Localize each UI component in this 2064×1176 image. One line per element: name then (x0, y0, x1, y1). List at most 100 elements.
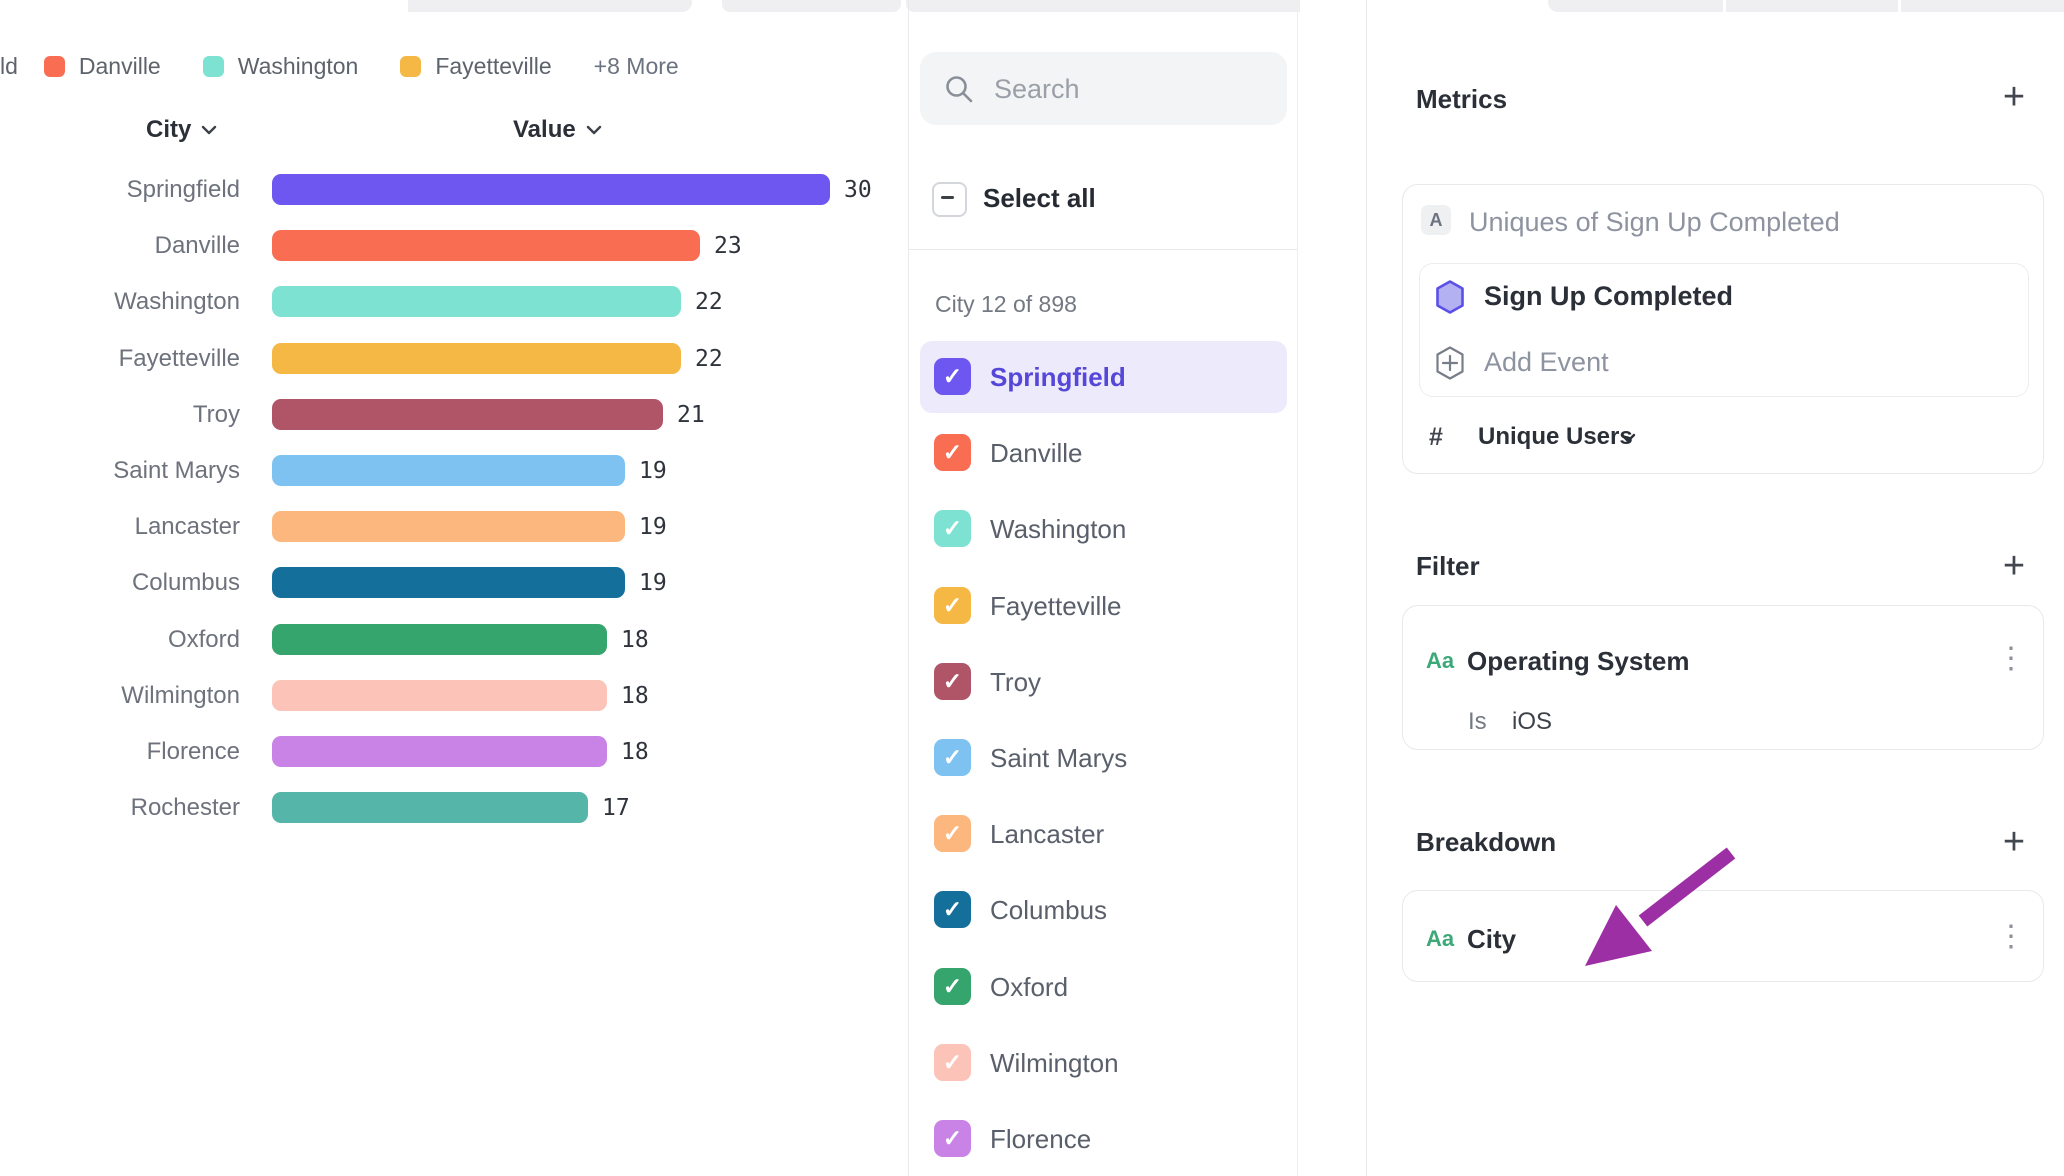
city-name: Florence (990, 1124, 1091, 1155)
chart-bar[interactable] (272, 455, 625, 486)
legend-more-label[interactable]: +8 More (594, 53, 679, 80)
city-checkbox[interactable]: ✓ (934, 358, 971, 395)
chart-bar-value: 18 (621, 626, 649, 655)
city-name: Troy (990, 667, 1041, 698)
metric-card[interactable]: A Uniques of Sign Up Completed Sign Up C… (1402, 184, 2044, 474)
city-list-item[interactable]: ✓ Wilmington (920, 1027, 1287, 1099)
metrics-section-title: Metrics (1416, 84, 1507, 115)
city-checkbox[interactable]: ✓ (934, 1120, 971, 1157)
filter-value[interactable]: iOS (1512, 708, 1552, 736)
city-checkbox[interactable]: ✓ (934, 434, 971, 471)
city-checkbox[interactable]: ✓ (934, 968, 971, 1005)
city-checkbox[interactable]: ✓ (934, 663, 971, 700)
city-list-item[interactable]: ✓ Columbus (920, 874, 1287, 946)
chart-bar[interactable] (272, 736, 607, 767)
chart-row-label: Lancaster (0, 511, 240, 542)
legend-label: Washington (238, 53, 359, 80)
add-breakdown-button[interactable]: + (1994, 822, 2034, 862)
chart-row-label: Washington (0, 286, 240, 317)
event-card: Sign Up Completed Add Event (1419, 263, 2029, 397)
chart-bar-value: 23 (714, 232, 742, 261)
chart-row-label: Saint Marys (0, 455, 240, 486)
city-list-item[interactable]: ✓ Washington (920, 493, 1287, 565)
city-list-item[interactable]: ✓ Troy (920, 646, 1287, 718)
tab-strip-segment (408, 0, 692, 12)
column-header-value[interactable]: Value (513, 116, 602, 144)
add-filter-button[interactable]: + (1994, 546, 2034, 586)
city-name: Washington (990, 514, 1126, 545)
chart-bar[interactable] (272, 399, 663, 430)
column-header-value-label: Value (513, 116, 576, 144)
popover-right-border (1297, 0, 1298, 1176)
chart-bar[interactable] (272, 624, 607, 655)
city-list-item[interactable]: ✓Danville (920, 417, 1287, 489)
city-list-item[interactable]: ✓Springfield (920, 341, 1287, 413)
filter-property-label[interactable]: Operating System (1467, 646, 1690, 677)
chart-bar-value: 22 (695, 288, 723, 317)
minus-icon (941, 196, 954, 199)
kebab-menu-icon[interactable]: ⋮ (1993, 922, 2029, 952)
aggregation-dropdown-label[interactable]: Unique Users (1478, 423, 1633, 451)
breakdown-property-label[interactable]: City (1467, 924, 1516, 955)
chart-bar-value: 19 (639, 513, 667, 542)
chart-row-label: Fayetteville (0, 343, 240, 374)
legend-items: Danville Washington Fayetteville (44, 53, 594, 80)
city-name: Lancaster (990, 819, 1104, 850)
chart-bar[interactable] (272, 286, 681, 317)
divider (908, 249, 1297, 250)
chart-row-label: Springfield (0, 174, 240, 205)
chart-bar[interactable] (272, 567, 625, 598)
tab-strip-segment (722, 0, 901, 12)
chart-bar[interactable] (272, 792, 588, 823)
breakdown-card[interactable]: Aa City ⋮ (1402, 890, 2044, 982)
check-icon: ✓ (943, 517, 962, 540)
column-header-city[interactable]: City (146, 116, 217, 144)
add-metric-button[interactable]: + (1994, 77, 2034, 117)
city-list-item[interactable]: ✓ Lancaster (920, 798, 1287, 870)
legend-item[interactable]: Washington (203, 53, 359, 80)
city-checkbox[interactable]: ✓ (934, 510, 971, 547)
chart-bar-value: 30 (844, 176, 872, 205)
city-list: ✓Springfield✓Danville✓Washington✓Fayette… (920, 341, 1287, 1176)
popover-left-border (908, 0, 909, 1176)
tab-strip-divider (1898, 0, 1901, 12)
chart-bar[interactable] (272, 511, 625, 542)
chart-bar[interactable] (272, 343, 681, 374)
select-all[interactable]: Select all (920, 178, 1287, 222)
city-checkbox[interactable]: ✓ (934, 815, 971, 852)
check-icon: ✓ (943, 365, 962, 388)
chart-bar[interactable] (272, 174, 830, 205)
kebab-menu-icon[interactable]: ⋮ (1993, 644, 2029, 674)
check-icon: ✓ (943, 898, 962, 921)
city-name: Wilmington (990, 1048, 1119, 1079)
city-checkbox[interactable]: ✓ (934, 587, 971, 624)
legend-item[interactable]: Danville (44, 53, 161, 80)
legend-item[interactable]: Fayetteville (400, 53, 551, 80)
city-checkbox[interactable]: ✓ (934, 739, 971, 776)
city-list-item[interactable]: ✓ Oxford (920, 951, 1287, 1023)
city-checkbox[interactable]: ✓ (934, 1044, 971, 1081)
city-name: Oxford (990, 972, 1068, 1003)
select-all-label: Select all (983, 183, 1096, 214)
filter-card[interactable]: Aa Operating System ⋮ Is iOS (1402, 605, 2044, 750)
legend-label: Fayetteville (435, 53, 551, 80)
city-list-item[interactable]: ✓Fayetteville (920, 570, 1287, 642)
string-type-badge: Aa (1426, 926, 1454, 952)
chart-bar[interactable] (272, 680, 607, 711)
chart-bar-value: 19 (639, 457, 667, 486)
chevron-down-icon[interactable] (1620, 433, 1636, 443)
chevron-down-icon (586, 125, 602, 135)
select-all-checkbox[interactable] (932, 182, 967, 217)
search-input[interactable] (992, 52, 1276, 127)
chart-bar[interactable] (272, 230, 700, 261)
chart-row-label: Rochester (0, 792, 240, 823)
city-name: Columbus (990, 895, 1107, 926)
city-list-item[interactable]: ✓ Florence (920, 1103, 1287, 1175)
filter-operator[interactable]: Is (1468, 708, 1487, 736)
search-box (920, 52, 1287, 125)
city-checkbox[interactable]: ✓ (934, 891, 971, 928)
chart-legend: ld DanvilleWashingtonFayetteville +8 Mor… (0, 48, 679, 84)
add-event-label[interactable]: Add Event (1484, 347, 1609, 378)
event-name[interactable]: Sign Up Completed (1484, 281, 1733, 312)
city-list-item[interactable]: ✓Saint Marys (920, 722, 1287, 794)
